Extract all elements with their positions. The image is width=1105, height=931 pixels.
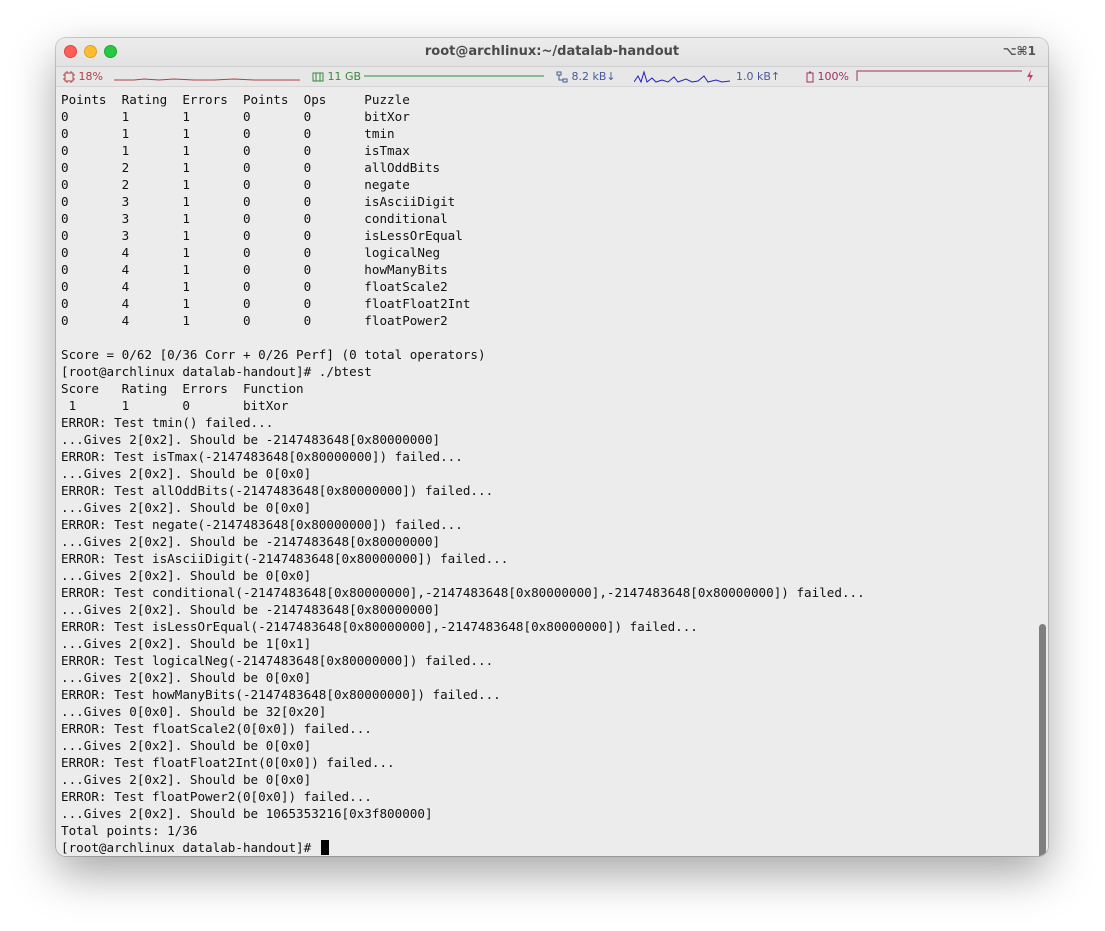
battery-status: 100% (806, 70, 849, 83)
cpu-icon (63, 71, 75, 83)
network-icon (556, 71, 568, 83)
terminal-line: 0 3 1 0 0 isLessOrEqual (61, 228, 463, 243)
terminal-line: ERROR: Test isLessOrEqual(-2147483648[0x… (61, 619, 698, 634)
terminal-line: ERROR: Test howManyBits(-2147483648[0x80… (61, 687, 501, 702)
window-title: root@archlinux:~/datalab-handout (424, 44, 680, 59)
terminal-line: 0 3 1 0 0 conditional (61, 211, 448, 226)
text-cursor (320, 840, 329, 855)
terminal-line: 0 4 1 0 0 floatPower2 (61, 313, 448, 328)
terminal-line: ...Gives 2[0x2]. Should be 1[0x1] (61, 636, 312, 651)
cpu-value: 18% (78, 70, 103, 83)
shell-prompt: [root@archlinux datalab-handout]# (61, 840, 319, 855)
terminal-line: ERROR: Test floatFloat2Int(0[0x0]) faile… (61, 755, 395, 770)
terminal-line: ERROR: Test floatScale2(0[0x0]) failed..… (61, 721, 372, 736)
charging-icon (1027, 70, 1033, 82)
terminal-line: ...Gives 2[0x2]. Should be -2147483648[0… (61, 432, 441, 447)
battery-icon (806, 71, 814, 83)
terminal-line: 0 1 1 0 0 bitXor (61, 109, 410, 124)
terminal-line: Score = 0/62 [0/36 Corr + 0/26 Perf] (0 … (61, 347, 486, 362)
terminal-line: ...Gives 2[0x2]. Should be 0[0x0] (61, 772, 312, 787)
terminal-line: 0 1 1 0 0 tmin (61, 126, 395, 141)
terminal-line: ERROR: Test floatPower2(0[0x0]) failed..… (61, 789, 372, 804)
terminal-line: ...Gives 2[0x2]. Should be 0[0x0] (61, 466, 312, 481)
terminal-line: 0 1 1 0 0 isTmax (61, 143, 410, 158)
title-bar[interactable]: root@archlinux:~/datalab-handout ⌥⌘1 (56, 38, 1048, 67)
network-graph (634, 70, 730, 84)
terminal-line: 0 4 1 0 0 howManyBits (61, 262, 448, 277)
terminal-window: root@archlinux:~/datalab-handout ⌥⌘1 18%… (56, 38, 1048, 856)
network-down-value: 8.2 kB↓ (571, 70, 616, 83)
battery-value: 100% (817, 70, 849, 83)
terminal-scrollbar[interactable] (1036, 87, 1048, 856)
terminal-line: ERROR: Test isAsciiDigit(-2147483648[0x8… (61, 551, 509, 566)
battery-graph (856, 70, 1022, 81)
terminal-line: ERROR: Test logicalNeg(-2147483648[0x800… (61, 653, 494, 668)
terminal-line: Points Rating Errors Points Ops Puzzle (61, 92, 410, 107)
terminal-line: 1 1 0 bitXor (61, 398, 289, 413)
memory-value: 11 GB (327, 70, 362, 83)
terminal-output[interactable]: Points Rating Errors Points Ops Puzzle 0 … (56, 87, 1038, 856)
terminal-line: [root@archlinux datalab-handout]# ./btes… (61, 364, 372, 379)
network-up-value: 1.0 kB↑ (736, 70, 781, 83)
terminal-line: ...Gives 0[0x0]. Should be 32[0x20] (61, 704, 327, 719)
terminal-line: 0 3 1 0 0 isAsciiDigit (61, 194, 456, 209)
terminal-line: ...Gives 2[0x2]. Should be 0[0x0] (61, 738, 312, 753)
terminal-line: ERROR: Test isTmax(-2147483648[0x8000000… (61, 449, 463, 464)
cpu-status: 18% (63, 70, 103, 83)
scrollbar-thumb[interactable] (1039, 624, 1046, 856)
terminal-line: ...Gives 2[0x2]. Should be 1065353216[0x… (61, 806, 433, 821)
terminal-line: 0 2 1 0 0 allOddBits (61, 160, 441, 175)
network-down-status: 8.2 kB↓ (556, 70, 616, 83)
terminal-line: ERROR: Test allOddBits(-2147483648[0x800… (61, 483, 494, 498)
terminal-line: ERROR: Test negate(-2147483648[0x8000000… (61, 517, 463, 532)
cpu-graph (114, 78, 300, 81)
terminal-line: ...Gives 2[0x2]. Should be -2147483648[0… (61, 534, 441, 549)
status-bar: 18% 11 GB 8.2 kB↓ 1.0 kB↑ 100% (56, 67, 1048, 87)
window-shortcut: ⌥⌘1 (1002, 44, 1036, 58)
memory-status: 11 GB (312, 70, 361, 83)
terminal-line: 0 4 1 0 0 logicalNeg (61, 245, 441, 260)
terminal-line: 0 2 1 0 0 negate (61, 177, 410, 192)
terminal-line: Score Rating Errors Function (61, 381, 304, 396)
prompt-line[interactable]: [root@archlinux datalab-handout]# (61, 839, 1033, 856)
terminal-line: Total points: 1/36 (61, 823, 198, 838)
memory-graph (364, 75, 544, 77)
terminal-line: ERROR: Test tmin() failed... (61, 415, 274, 430)
memory-icon (312, 72, 324, 82)
terminal-line: ...Gives 2[0x2]. Should be -2147483648[0… (61, 602, 441, 617)
terminal-line: 0 4 1 0 0 floatScale2 (61, 279, 448, 294)
terminal-line: ...Gives 2[0x2]. Should be 0[0x0] (61, 568, 312, 583)
terminal-line: ...Gives 2[0x2]. Should be 0[0x0] (61, 670, 312, 685)
terminal-line: ...Gives 2[0x2]. Should be 0[0x0] (61, 500, 312, 515)
terminal-line: 0 4 1 0 0 floatFloat2Int (61, 296, 471, 311)
terminal-line: ERROR: Test conditional(-2147483648[0x80… (61, 585, 865, 600)
